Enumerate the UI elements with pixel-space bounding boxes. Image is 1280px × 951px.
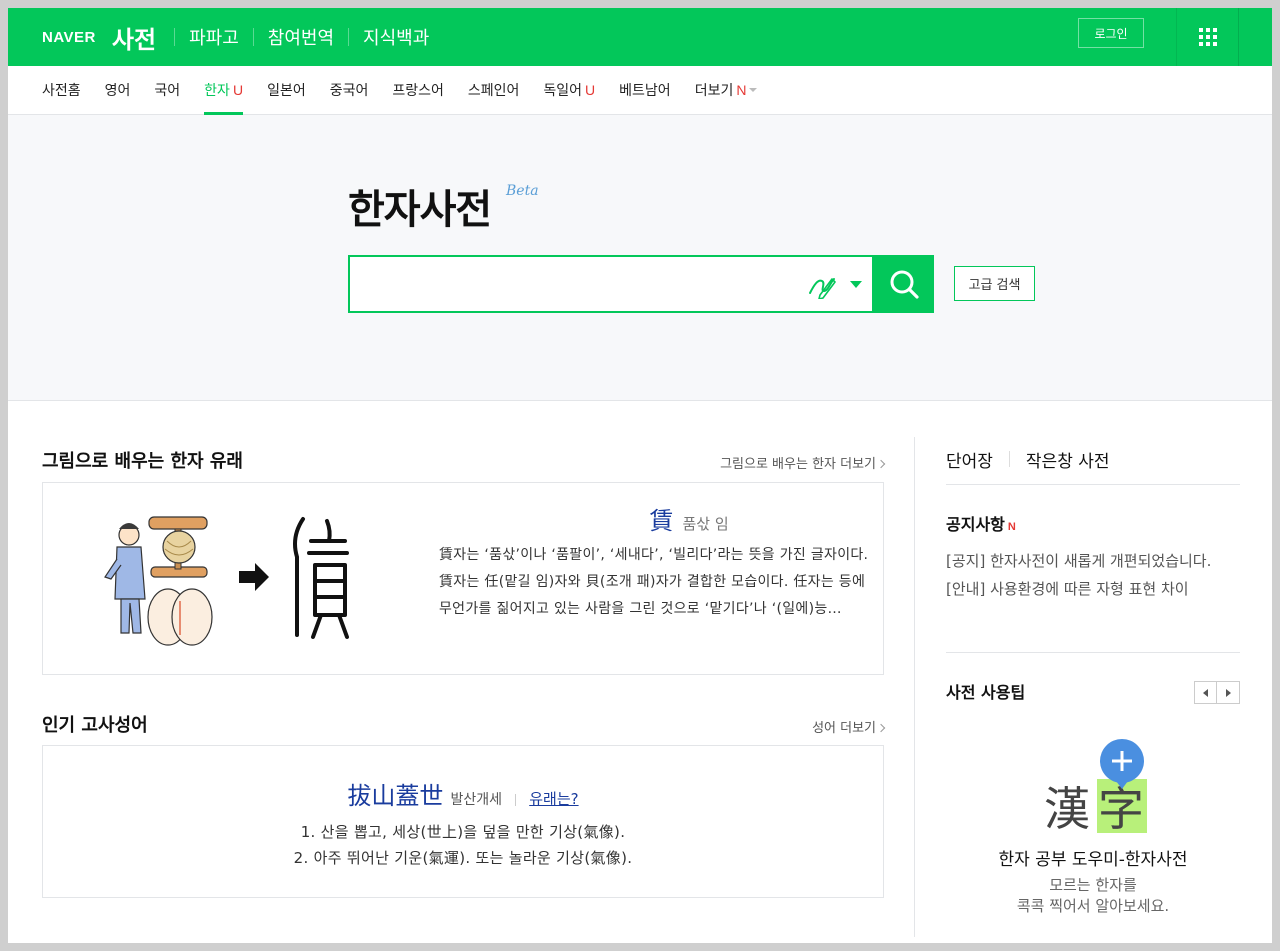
origin-heading: 賃 품삯 임 [509,501,869,536]
pen-input-icon[interactable] [806,271,838,299]
update-badge: U [585,82,596,98]
tab-chinese[interactable]: 중국어 [330,66,369,114]
prev-button[interactable] [1194,681,1217,704]
beta-label: Beta [506,183,539,199]
main-content: 그림으로 배우는 한자 유래 그림으로 배우는 한자 더보기 賃 품삯 임 賃자… [8,401,1272,941]
tab-more[interactable]: 더보기 N [695,66,758,114]
divider [348,28,350,46]
browser-viewport: NAVER 사전 파파고 참여번역 지식백과 로그인 사전홈 영어 국어 한자 U… [8,8,1272,943]
search-box [348,255,874,313]
origin-reading: 품삯 임 [682,515,729,533]
idiom-origin-link[interactable]: 유래는? [529,790,578,808]
section-title: 그림으로 배우는 한자 유래 [42,451,243,472]
chevron-right-icon [1225,688,1231,697]
link-papago[interactable]: 파파고 [189,24,239,50]
login-button[interactable]: 로그인 [1078,18,1144,48]
search-icon [890,270,919,299]
dictionary-tabs: 사전홈 영어 국어 한자 U 일본어 중국어 프랑스어 스페인어 독일어 U 베트남… [8,66,1272,115]
chevron-down-icon [749,88,758,92]
link-encyclopedia[interactable]: 지식백과 [363,24,429,50]
chevron-right-icon [876,459,886,469]
link-community-translation[interactable]: 참여번역 [268,24,334,50]
tab-korean[interactable]: 국어 [154,66,180,114]
idiom-reading: 발산개세 [450,792,503,808]
character-origin-illustration [104,516,349,646]
service-menu-button[interactable] [1176,8,1238,66]
tab-french[interactable]: 프랑스어 [392,66,444,114]
idiom-meaning: 1. 산을 뽑고, 세상(世上)을 덮을 만한 기상(氣像). [300,823,626,841]
divider [174,28,176,46]
divider [1008,451,1010,467]
naver-logo[interactable]: NAVER [42,29,96,46]
tips-pagination [1194,681,1240,704]
right-tabs: 단어장 작은창 사전 [946,427,1240,485]
update-badge: U [232,82,244,98]
chevron-left-icon [1203,688,1208,697]
header-links: 파파고 참여번역 지식백과 [160,24,429,50]
tips-graphic-char: 字 [1098,782,1144,836]
tab-english[interactable]: 영어 [105,66,131,114]
new-badge: N [736,82,747,98]
origin-section-header: 그림으로 배우는 한자 유래 그림으로 배우는 한자 더보기 [42,447,886,477]
idiom-hanja[interactable]: 拔山蓋世 [347,782,443,810]
tab-spanish[interactable]: 스페인어 [468,66,520,114]
tips-section: 사전 사용팁 漢 字 한자 공부 도우미-한자사전 모르는 한자를 콕콕 찍어서… [946,653,1240,915]
idiom-meanings: 1. 산을 뽑고, 세상(世上)을 덮을 만한 기상(氣像). 2. 아주 뛰어… [43,819,883,871]
new-badge: N [1007,521,1016,533]
mini-dictionary-link[interactable]: 작은창 사전 [1026,447,1110,472]
divider [515,793,517,806]
notice-item[interactable]: [공지] 한자사전이 새롭게 개편되었습니다. [946,547,1240,575]
left-column: 그림으로 배우는 한자 유래 그림으로 배우는 한자 더보기 賃 품삯 임 賃자… [42,447,886,898]
chevron-right-icon [876,723,886,733]
right-column: 단어장 작은창 사전 공지사항 N [공지] 한자사전이 새롭게 개편되었습니다.… [946,427,1240,915]
wordbook-link[interactable]: 단어장 [946,447,993,472]
notice-item[interactable]: [안내] 사용환경에 따른 자형 표현 차이 [946,575,1240,603]
tab-hanja[interactable]: 한자 U [204,66,244,115]
idiom-section: 인기 고사성어 성어 더보기 拔山蓋世 발산개세 유래는? 1. 산을 뽑고, … [42,711,886,898]
grid-menu-icon [1198,28,1217,46]
chevron-down-icon[interactable] [850,281,862,288]
idiom-heading: 拔山蓋世 발산개세 유래는? [43,776,883,811]
idiom-more-link[interactable]: 성어 더보기 [812,717,886,736]
origin-hanja[interactable]: 賃 [649,507,673,535]
search-area: 한자사전 Beta 고급 검색 [8,115,1272,401]
header-edge [1238,8,1272,66]
origin-card[interactable]: 賃 품삯 임 賃자는 ‘품삯’이나 ‘품팔이’, ‘세내다’, ‘빌리다’라는 … [42,482,884,675]
tips-graphic-char: 漢 [1044,782,1090,836]
idiom-card: 拔山蓋世 발산개세 유래는? 1. 산을 뽑고, 세상(世上)을 덮을 만한 기… [42,745,884,898]
idiom-section-header: 인기 고사성어 성어 더보기 [42,711,886,741]
hanja-helper-illustration[interactable]: 漢 字 [1042,739,1152,839]
search-input[interactable] [360,267,790,301]
service-name[interactable]: 사전 [112,20,156,55]
tab-german[interactable]: 독일어 U [543,66,595,114]
origin-more-link[interactable]: 그림으로 배우는 한자 더보기 [720,453,886,472]
origin-text: 賃 품삯 임 賃자는 ‘품삯’이나 ‘품팔이’, ‘세내다’, ‘빌리다’라는 … [439,501,869,623]
section-title: 인기 고사성어 [42,715,148,736]
tab-vietnamese[interactable]: 베트남어 [619,66,671,114]
notice-list: [공지] 한자사전이 새롭게 개편되었습니다. [안내] 사용환경에 따른 자형… [946,547,1240,603]
page-title: 한자사전 [348,187,492,233]
notice-section: 공지사항 N [공지] 한자사전이 새롭게 개편되었습니다. [안내] 사용환경에… [946,485,1240,653]
tab-japanese[interactable]: 일본어 [267,66,306,114]
advanced-search-button[interactable]: 고급 검색 [954,266,1035,301]
tab-home[interactable]: 사전홈 [42,66,81,114]
tips-subtext: 모르는 한자를 콕콕 찍어서 알아보세요. [1016,876,1170,915]
tips-caption: 한자 공부 도우미-한자사전 [998,850,1188,870]
next-button[interactable] [1217,681,1240,704]
notice-title[interactable]: 공지사항 N [946,511,1240,535]
search-button[interactable] [874,255,934,313]
divider [252,28,254,46]
top-header: NAVER 사전 파파고 참여번역 지식백과 로그인 [8,8,1272,66]
idiom-meaning: 2. 아주 뛰어난 기운(氣運). 또는 놀라운 기상(氣像). [293,849,633,867]
column-divider [914,437,915,937]
origin-description: 賃자는 ‘품삯’이나 ‘품팔이’, ‘세내다’, ‘빌리다’라는 뜻을 가진 글… [439,547,869,617]
